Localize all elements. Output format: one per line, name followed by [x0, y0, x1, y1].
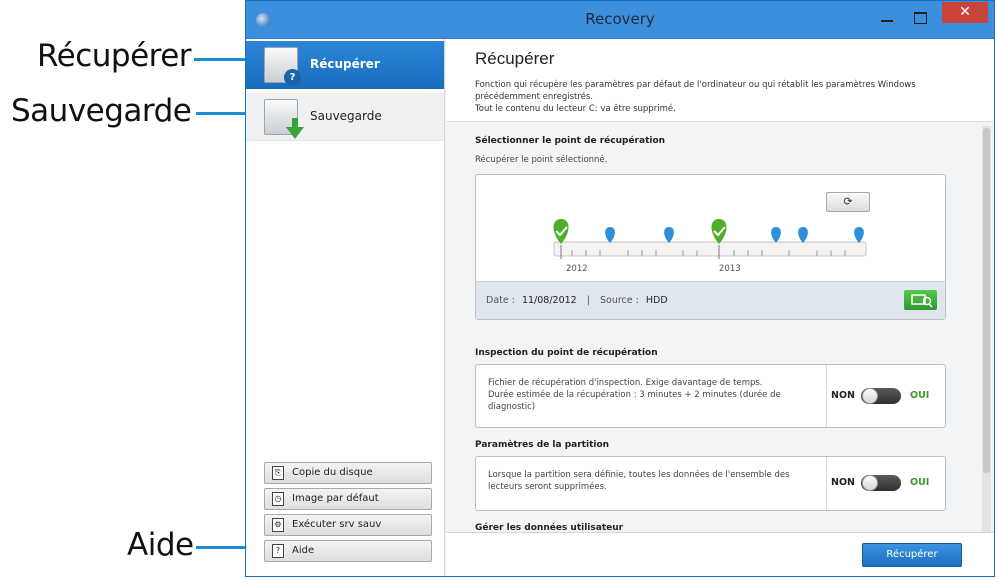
toggle-knob	[862, 388, 878, 404]
pin-blue-2	[664, 227, 674, 243]
run-backup-server-button[interactable]: ⚙ Exécuter srv sauv	[264, 514, 432, 536]
help-icon: ?	[272, 544, 284, 558]
callout-recuperer: Récupérer	[37, 38, 192, 74]
run-backup-server-icon: ⚙	[272, 518, 284, 532]
default-image-label: Image par défaut	[292, 493, 379, 504]
sidebar-item-sauvegarde[interactable]: Sauvegarde	[246, 93, 444, 141]
footer-bar: Récupérer	[446, 532, 994, 576]
date-label: Date :	[486, 295, 515, 306]
section-title-partition: Paramètres de la partition	[475, 440, 610, 450]
help-label: Aide	[292, 545, 315, 556]
inspection-description: Fichier de récupération d'inspection. Ex…	[488, 377, 818, 413]
recover-button[interactable]: Récupérer	[862, 543, 962, 567]
copy-disk-icon: ⎘	[272, 466, 284, 480]
pin-blue-1	[605, 227, 615, 243]
pin-blue-5	[854, 227, 864, 243]
partition-non-label: NON	[831, 477, 855, 488]
callout-aide: Aide	[127, 527, 194, 563]
minimize-button[interactable]	[877, 9, 899, 29]
recovery-window: Recovery ✕ ? Récupérer Sauvegarde ⎘ Copi…	[245, 0, 995, 577]
date-value: 11/08/2012	[521, 295, 577, 306]
timeline-footer: Date : 11/08/2012 | Source : HDD	[476, 281, 945, 319]
partition-toggle[interactable]	[861, 475, 901, 491]
partition-oui-label: OUI	[910, 477, 930, 488]
copy-disk-button[interactable]: ⎘ Copie du disque	[264, 462, 432, 484]
vertical-scrollbar[interactable]	[982, 126, 991, 534]
inspection-line: Durée estimée de la récupération : 3 min…	[488, 390, 781, 400]
partition-line: Lorsque la partition sera définie, toute…	[488, 470, 790, 480]
inspection-option-box: Fichier de récupération d'inspection. Ex…	[475, 364, 946, 428]
partition-description: Lorsque la partition sera définie, toute…	[488, 469, 818, 493]
run-backup-server-label: Exécuter srv sauv	[292, 519, 382, 530]
inspection-line: Fichier de récupération d'inspection. Ex…	[488, 378, 763, 388]
timeline-year-2012: 2012	[566, 264, 588, 274]
sidebar-item-label: Sauvegarde	[310, 109, 382, 123]
source-label: Source :	[600, 295, 639, 306]
sidebar-item-recuperer[interactable]: ? Récupérer	[246, 41, 444, 89]
maximize-button[interactable]	[909, 9, 931, 29]
partition-option-box: Lorsque la partition sera définie, toute…	[475, 456, 946, 511]
close-button[interactable]: ✕	[942, 2, 988, 23]
timeline-year-2013: 2013	[719, 264, 741, 274]
option-divider	[826, 365, 827, 427]
scrollbar-thumb[interactable]	[983, 128, 990, 473]
default-image-button[interactable]: ◷ Image par défaut	[264, 488, 432, 510]
section-title-inspection: Inspection du point de récupération	[475, 348, 658, 358]
info-separator: |	[586, 295, 590, 306]
pin-blue-3	[771, 227, 781, 243]
section-title-recovery-point: Sélectionner le point de récupération	[475, 136, 666, 146]
description-line: Tout le contenu du lecteur C: va être su…	[475, 104, 676, 114]
recovery-point-timeline: ⟳ 2012 2013 Date: 11/08/2012 | Source:…	[475, 174, 946, 320]
inspect-point-button[interactable]	[904, 290, 937, 310]
page-title: Récupérer	[475, 49, 555, 68]
source-value: HDD	[645, 295, 668, 306]
pin-green-2	[711, 219, 727, 244]
section-subtitle-recovery-point: Récupérer le point sélectionné.	[475, 155, 608, 165]
inspection-non-label: NON	[831, 390, 855, 401]
default-image-icon: ◷	[272, 492, 284, 506]
sidebar-item-label: Récupérer	[310, 57, 380, 71]
recover-icon: ?	[264, 47, 301, 86]
option-divider	[826, 457, 827, 510]
inspect-icon	[911, 294, 933, 308]
main-panel: Récupérer Fonction qui récupère les para…	[446, 39, 994, 576]
backup-icon	[264, 99, 304, 139]
title-bar[interactable]: Recovery ✕	[246, 1, 994, 39]
recovery-point-info: Date : 11/08/2012 | Source : HDD	[486, 295, 668, 306]
inspection-oui-label: OUI	[910, 390, 930, 401]
page-description: Fonction qui récupère les paramètres par…	[475, 79, 975, 115]
description-line: Fonction qui récupère les paramètres par…	[475, 80, 916, 90]
partition-line: lecteurs seront supprimées.	[488, 482, 607, 492]
main-header: Récupérer Fonction qui récupère les para…	[446, 39, 994, 122]
pin-green-1	[553, 219, 569, 244]
callout-sauvegarde: Sauvegarde	[11, 93, 192, 129]
description-line: précédemment enregistrés.	[475, 92, 594, 102]
toggle-knob	[862, 475, 878, 491]
help-button[interactable]: ? Aide	[264, 540, 432, 562]
timeline-chart[interactable]	[476, 175, 947, 283]
copy-disk-label: Copie du disque	[292, 467, 373, 478]
sidebar: ? Récupérer Sauvegarde ⎘ Copie du disque…	[246, 39, 445, 576]
inspection-toggle[interactable]	[861, 388, 901, 404]
inspection-line: diagnostic)	[488, 402, 536, 412]
pin-blue-4	[798, 227, 808, 243]
